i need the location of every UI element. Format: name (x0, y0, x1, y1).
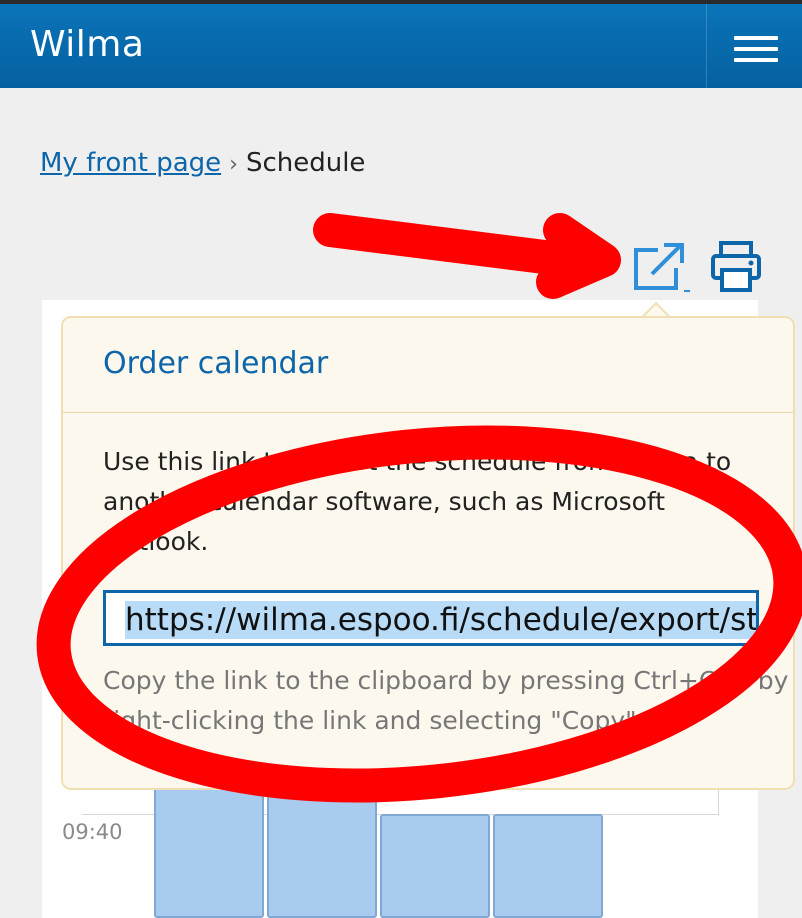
calendar-link-text[interactable]: https://wilma.espoo.fi/schedule/export/s… (125, 601, 756, 639)
breadcrumb: My front page › Schedule (40, 148, 365, 178)
app-header: Wilma (0, 4, 802, 88)
print-button[interactable] (710, 240, 762, 294)
popover-title: Order calendar (103, 346, 329, 381)
schedule-event-block[interactable] (154, 770, 264, 918)
popover-divider (63, 412, 793, 413)
breadcrumb-current: Schedule (245, 148, 366, 178)
hamburger-menu-button[interactable] (706, 4, 802, 88)
schedule-event-block[interactable] (267, 770, 377, 918)
external-link-icon (634, 243, 690, 292)
schedule-event-block[interactable] (380, 814, 490, 918)
schedule-event-block[interactable] (493, 814, 603, 918)
export-calendar-button[interactable] (632, 240, 692, 294)
app-title[interactable]: Wilma (30, 24, 144, 65)
breadcrumb-home-link[interactable]: My front page (40, 148, 221, 178)
time-label: 09:40 (62, 820, 123, 844)
calendar-link-field[interactable]: https://wilma.espoo.fi/schedule/export/s… (103, 590, 759, 646)
printer-icon (711, 241, 761, 292)
popover-hint: Copy the link to the clipboard by pressi… (103, 666, 789, 735)
menu-icon-bar (734, 58, 778, 62)
menu-icon-bar (734, 47, 778, 51)
breadcrumb-separator: › (229, 152, 238, 177)
order-calendar-popover: Order calendar Use this link to export t… (61, 316, 795, 790)
popover-description: Use this link to export the schedule fro… (103, 447, 732, 556)
annotation-arrow (313, 213, 621, 299)
menu-icon-bar (734, 36, 778, 40)
